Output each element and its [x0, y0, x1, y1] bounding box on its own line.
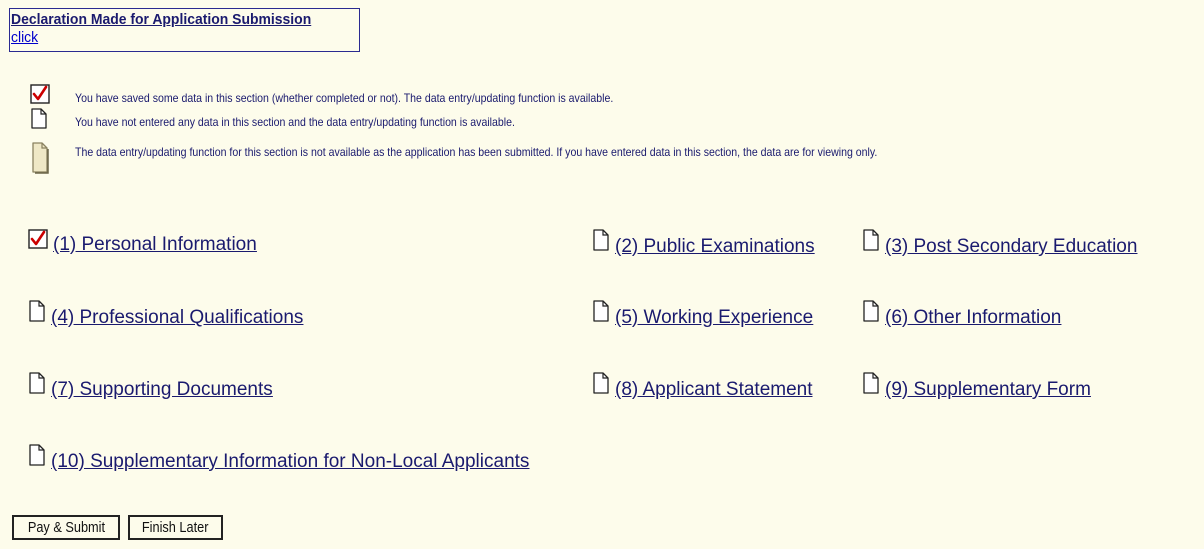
legend-item-saved: You have saved some data in this section… [30, 84, 1130, 105]
section-label: (4) Professional Qualifications [51, 307, 304, 328]
section-link-non-local-applicants[interactable]: (10) Supplementary Information for Non-L… [28, 444, 529, 472]
section-link-other-information[interactable]: (6) Other Information [862, 300, 1061, 328]
declaration-click-link[interactable]: click [11, 29, 335, 46]
pay-submit-button[interactable]: Pay & Submit [12, 515, 120, 540]
legend-text-saved: You have saved some data in this section… [75, 91, 614, 105]
blank-page-icon [28, 444, 46, 472]
finish-later-label: Finish Later [142, 519, 209, 536]
blank-page-icon [28, 372, 46, 400]
blank-page-icon [28, 300, 46, 328]
section-link-working-experience[interactable]: (5) Working Experience [592, 300, 813, 328]
blank-page-icon [592, 300, 610, 328]
section-link-applicant-statement[interactable]: (8) Applicant Statement [592, 372, 813, 400]
section-link-supplementary-form[interactable]: (9) Supplementary Form [862, 372, 1091, 400]
section-link-professional-qualifications[interactable]: (4) Professional Qualifications [28, 300, 303, 328]
legend-item-empty: You have not entered any data in this se… [30, 108, 1130, 129]
section-label: (10) Supplementary Information for Non-L… [51, 451, 530, 472]
blank-page-icon [862, 300, 880, 328]
saved-check-icon [28, 229, 48, 255]
blank-page-icon [862, 372, 880, 400]
declaration-box: Declaration Made for Application Submiss… [9, 8, 360, 52]
section-label: (1) Personal Information [53, 234, 257, 255]
declaration-title[interactable]: Declaration Made for Application Submiss… [11, 11, 335, 29]
section-label: (6) Other Information [885, 307, 1062, 328]
legend-text-empty: You have not entered any data in this se… [75, 115, 515, 129]
locked-page-icon [30, 142, 50, 182]
pay-submit-label: Pay & Submit [27, 519, 105, 536]
legend-text-locked: The data entry/updating function for thi… [75, 145, 878, 159]
section-label: (2) Public Examinations [615, 236, 815, 257]
section-label: (3) Post Secondary Education [885, 236, 1138, 257]
section-label: (8) Applicant Statement [615, 379, 813, 400]
section-link-supporting-documents[interactable]: (7) Supporting Documents [28, 372, 273, 400]
finish-later-button[interactable]: Finish Later [128, 515, 223, 540]
saved-check-icon [30, 84, 50, 108]
blank-page-icon [592, 229, 610, 257]
section-label: (5) Working Experience [615, 307, 814, 328]
blank-page-icon [592, 372, 610, 400]
section-link-public-examinations[interactable]: (2) Public Examinations [592, 229, 815, 257]
section-link-post-secondary-education[interactable]: (3) Post Secondary Education [862, 229, 1137, 257]
section-label: (9) Supplementary Form [885, 379, 1091, 400]
blank-page-icon [862, 229, 880, 257]
legend-item-locked: The data entry/updating function for thi… [30, 142, 1130, 178]
section-link-personal-information[interactable]: (1) Personal Information [28, 229, 257, 255]
section-label: (7) Supporting Documents [51, 379, 273, 400]
blank-page-icon [30, 108, 48, 133]
